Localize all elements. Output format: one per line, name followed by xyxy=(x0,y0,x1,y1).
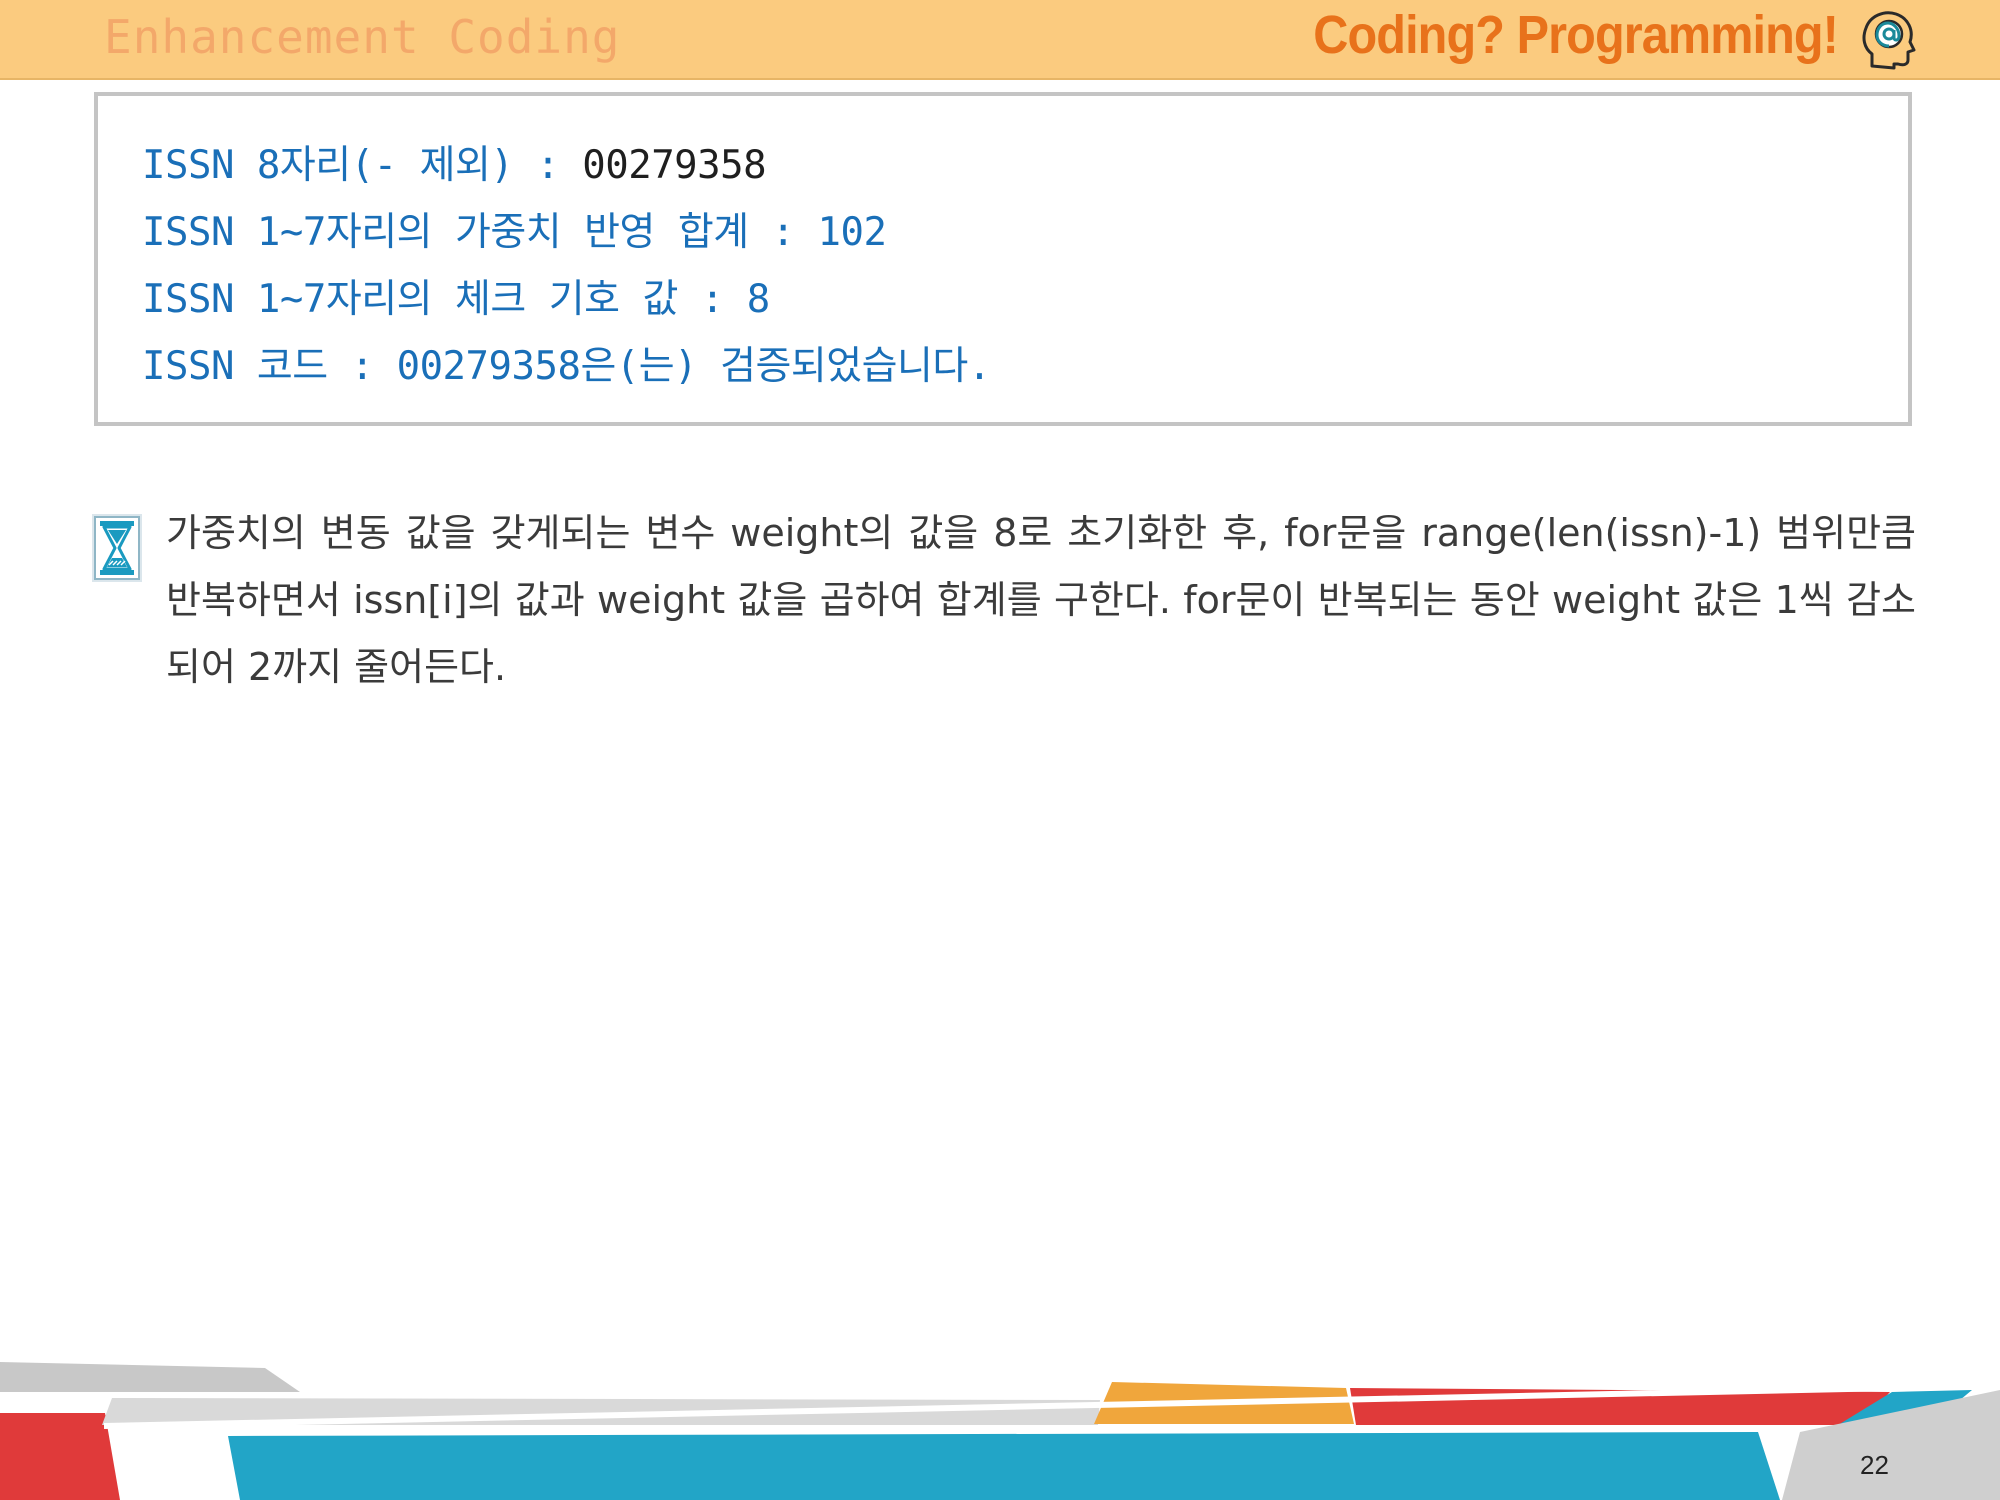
header-bar: Enhancement Coding Coding? Programming! xyxy=(0,0,2000,80)
head-at-sign-icon xyxy=(1862,11,1916,70)
page-number: 22 xyxy=(1860,1450,1889,1480)
output-line-check-digit: ISSN 1~7자리의 체크 기호 값 : 8 xyxy=(142,268,770,324)
header-left-title: Enhancement Coding xyxy=(104,10,621,64)
output-line-verified: ISSN 코드 : 00279358은(는) 검증되었습니다. xyxy=(142,335,991,391)
output-user-input: 00279358 xyxy=(582,143,767,188)
header-right-title: Coding? Programming! xyxy=(1313,5,1839,65)
output-label: ISSN 8자리(- 제외) : xyxy=(142,143,583,188)
output-line-issn-input: ISSN 8자리(- 제외) : 00279358 xyxy=(142,134,767,190)
output-label: ISSN 1~7자리의 가중치 반영 합계 : 102 xyxy=(142,210,887,255)
footer-decoration xyxy=(0,1362,2000,1500)
output-label: ISSN 1~7자리의 체크 기호 값 : 8 xyxy=(142,277,770,322)
hourglass-icon xyxy=(92,514,142,582)
explanation-text: 가중치의 변동 값을 갖게되는 변수 weight의 값을 8로 초기화한 후,… xyxy=(166,511,1916,689)
output-label: ISSN 코드 : 00279358은(는) 검증되었습니다. xyxy=(142,344,991,389)
console-output-box: ISSN 8자리(- 제외) : 00279358 ISSN 1~7자리의 가중… xyxy=(94,92,1912,426)
output-line-weighted-sum: ISSN 1~7자리의 가중치 반영 합계 : 102 xyxy=(142,201,887,257)
